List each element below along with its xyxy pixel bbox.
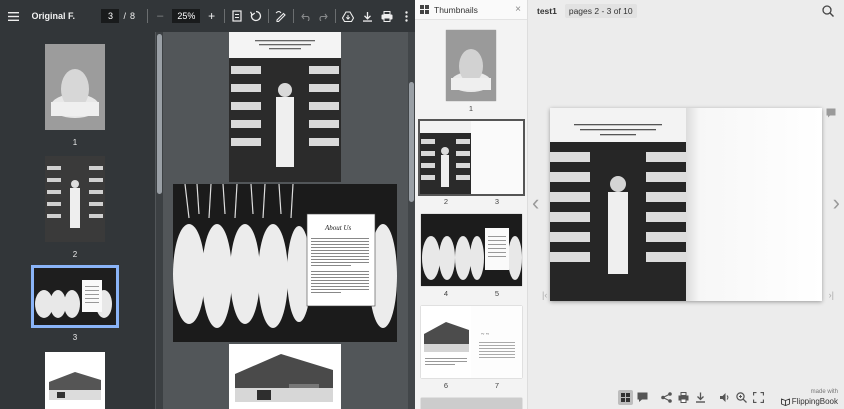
thumbnails-toggle-icon[interactable] <box>617 389 633 405</box>
pdf-toolbar: Original F... / 8 – + <box>0 0 415 32</box>
flip-thumb-label-2: 2 <box>443 197 449 206</box>
thumbnail-label: 2 <box>72 250 78 259</box>
pdf-thumbnail-3[interactable]: 3 <box>0 265 150 342</box>
flipbook-header: test1 pages 2 - 3 of 10 <box>528 0 844 22</box>
thumbnail-label: 1 <box>72 138 78 147</box>
flip-thumb-label-1: 1 <box>468 104 474 113</box>
zoom-input[interactable] <box>172 9 201 23</box>
toolbar-divider <box>335 9 337 23</box>
close-icon[interactable]: × <box>515 4 521 15</box>
zoom-in-button[interactable]: + <box>203 7 220 25</box>
redo-icon[interactable] <box>315 7 332 25</box>
print-icon[interactable] <box>379 7 396 25</box>
page-range-indicator: pages 2 - 3 of 10 <box>564 4 637 18</box>
thumbnail-label: 3 <box>72 333 78 342</box>
menu-icon[interactable] <box>5 7 22 25</box>
annotate-icon[interactable] <box>273 7 290 25</box>
about-us-heading: About Us <box>325 224 352 232</box>
notes-icon[interactable] <box>826 108 836 118</box>
toolbar-divider <box>293 9 295 23</box>
flipbook-right-page <box>686 108 822 301</box>
more-options-icon[interactable] <box>399 7 416 25</box>
flip-thumb-4-5[interactable] <box>421 214 522 286</box>
prev-page-arrow[interactable]: ‹ <box>532 190 539 216</box>
total-pages: 8 <box>130 11 136 21</box>
flippingbook-brand[interactable]: made with FlippingBook <box>780 388 838 406</box>
flipbook-thumbnails-panel: Thumbnails × 1 2 3 4 5 ~ ~ 6 7 <box>415 0 528 409</box>
zoom-out-button[interactable]: – <box>152 7 169 25</box>
pdf-thumbnail-sidebar: 1 2 3 <box>0 32 155 409</box>
thumbnail-image-selected <box>31 265 119 328</box>
search-icon[interactable] <box>822 5 834 17</box>
thumbnail-image <box>45 352 105 409</box>
sidebar-scrollbar[interactable] <box>156 32 163 409</box>
flip-thumb-label-3: 3 <box>494 197 500 206</box>
flip-thumb-label-4: 4 <box>443 289 449 298</box>
pdf-page-3-spread: About Us <box>173 184 397 342</box>
rotate-icon[interactable] <box>247 7 264 25</box>
flipbook-bottom-toolbar: made with FlippingBook <box>528 385 844 409</box>
save-to-drive-icon[interactable] <box>340 7 357 25</box>
toolbar-divider <box>147 9 148 23</box>
fit-page-icon[interactable] <box>229 7 246 25</box>
thumbnails-header: Thumbnails × <box>415 0 527 20</box>
pdf-thumbnail-2[interactable]: 2 <box>0 156 150 259</box>
flipbook-viewer: test1 pages 2 - 3 of 10 ‹ › |‹ ›| made w… <box>528 0 844 409</box>
scrollbar-thumb[interactable] <box>157 34 162 194</box>
first-page-icon[interactable]: |‹ <box>542 290 547 300</box>
last-page-icon[interactable]: ›| <box>829 290 834 300</box>
pdf-thumbnail-1[interactable]: 1 <box>0 44 150 147</box>
brand-name: FlippingBook <box>791 397 838 406</box>
flip-thumb-label-5: 5 <box>494 289 500 298</box>
toolbar-divider <box>267 9 269 23</box>
document-scrollbar[interactable] <box>408 32 415 409</box>
undo-icon[interactable] <box>298 7 315 25</box>
thumbnail-image <box>45 156 105 242</box>
sound-icon[interactable] <box>717 390 732 405</box>
screen: Original F... / 8 – + <box>0 0 844 409</box>
pdf-viewer: Original F... / 8 – + <box>0 0 415 409</box>
pdf-page-4 <box>229 344 341 409</box>
pdf-thumbnail-4[interactable] <box>0 352 150 409</box>
pdf-page-2 <box>229 32 341 182</box>
flip-thumb-label-7: 7 <box>494 381 500 390</box>
flipbook-spread <box>550 108 822 301</box>
fullscreen-icon[interactable] <box>751 390 766 405</box>
page-number-input[interactable] <box>101 9 120 23</box>
flip-thumb-8-9[interactable] <box>421 398 522 409</box>
flip-thumb-6-7[interactable]: ~ ~ <box>421 306 522 378</box>
svg-text:~ ~: ~ ~ <box>481 332 490 338</box>
thumbnail-image <box>45 44 105 130</box>
grid-icon <box>420 5 429 14</box>
toolbar-divider <box>223 9 225 23</box>
flipbook-doc-title: test1 <box>537 6 557 16</box>
download-icon[interactable] <box>693 390 708 405</box>
flipbook-left-page <box>550 108 686 301</box>
pdf-document-area: About Us <box>163 32 408 409</box>
brand-caption: made with <box>810 389 838 395</box>
flip-thumb-2-3-selected[interactable] <box>418 119 525 196</box>
flip-thumb-label-6: 6 <box>443 381 449 390</box>
comment-icon[interactable] <box>635 390 650 405</box>
flippingbook-logo-icon <box>780 397 790 406</box>
download-icon[interactable] <box>360 7 377 25</box>
scrollbar-thumb[interactable] <box>409 82 414 202</box>
flip-thumb-1[interactable] <box>446 30 496 101</box>
page-separator: / <box>123 11 126 21</box>
share-icon[interactable] <box>659 390 674 405</box>
next-page-arrow[interactable]: › <box>833 190 840 216</box>
print-icon[interactable] <box>676 390 691 405</box>
thumbnails-title: Thumbnails <box>434 4 478 15</box>
zoom-icon[interactable] <box>734 390 749 405</box>
document-title: Original F... <box>31 11 76 21</box>
